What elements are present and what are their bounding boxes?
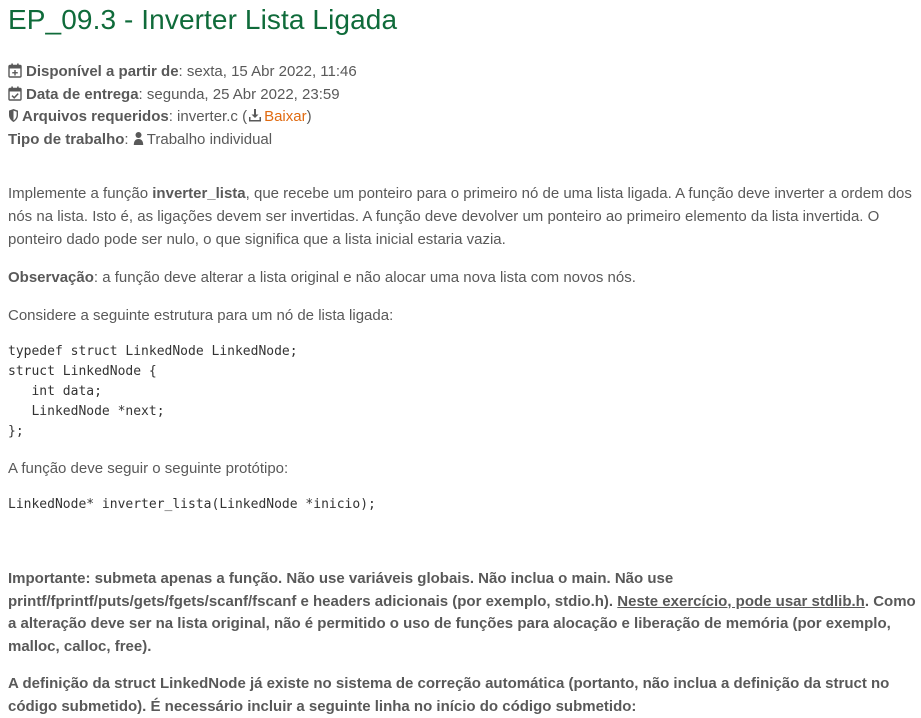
required-files-row: Arquivos requeridos: inverter.c ( Baixar… [8,106,918,129]
user-icon [133,131,144,146]
available-value: : sexta, 15 Abr 2022, 11:46 [178,63,357,80]
work-type-row: Tipo de trabalho: Trabalho individual [8,129,918,152]
definition-paragraph: A definição da struct LinkedNode já exis… [8,675,890,715]
assignment-description: Implemente a função inverter_lista, que … [8,182,918,718]
calendar-check-icon [8,86,22,101]
prototype-code-block: LinkedNode* inverter_lista(LinkedNode *i… [8,497,376,512]
prototype-intro: A função deve seguir o seguinte protótip… [8,460,289,477]
struct-code-block: typedef struct LinkedNode LinkedNode; st… [8,344,298,439]
available-from-row: Disponível a partir de: sexta, 15 Abr 20… [8,61,918,84]
struct-intro: Considere a seguinte estrutura para um n… [8,307,394,324]
files-close: ) [306,108,312,125]
due-date-row: Data de entrega: segunda, 25 Abr 2022, 2… [8,84,918,107]
page-title: EP_09.3 - Inverter Lista Ligada [8,4,398,35]
work-type-sep: : [124,130,133,148]
due-label: Data de entrega [26,85,139,103]
download-icon[interactable] [248,108,262,123]
important-paragraph: Importante: submeta apenas a função. Não… [8,568,918,658]
download-link[interactable]: Baixar [264,108,307,125]
important-text: Importante: submeta apenas a função. Não… [8,570,674,610]
assignment-meta: Disponível a partir de: sexta, 15 Abr 20… [8,61,918,151]
intro-paragraph: Implemente a função inverter_lista, que … [8,182,918,251]
intro-text: Implemente a função [8,185,153,202]
note-label: Observação [8,269,94,286]
available-label: Disponível a partir de [26,63,179,80]
note-text: : a função deve alterar a lista original… [93,269,636,286]
work-type-label: Tipo de trabalho [8,130,125,148]
files-label: Arquivos requeridos [22,108,169,125]
work-type-value: Trabalho individual [146,130,273,148]
due-value: : segunda, 25 Abr 2022, 23:59 [138,85,340,103]
important-underline: Neste exercício, pode usar stdlib.h [617,592,865,610]
calendar-plus-icon [8,63,22,78]
function-name: inverter_lista [152,185,246,202]
note-paragraph: Observação: a função deve alterar a list… [8,266,918,289]
assignment-page: EP_09.3 - Inverter Lista Ligada Disponív… [8,0,918,718]
files-value: : inverter.c ( [168,108,248,125]
shield-icon [8,108,19,123]
